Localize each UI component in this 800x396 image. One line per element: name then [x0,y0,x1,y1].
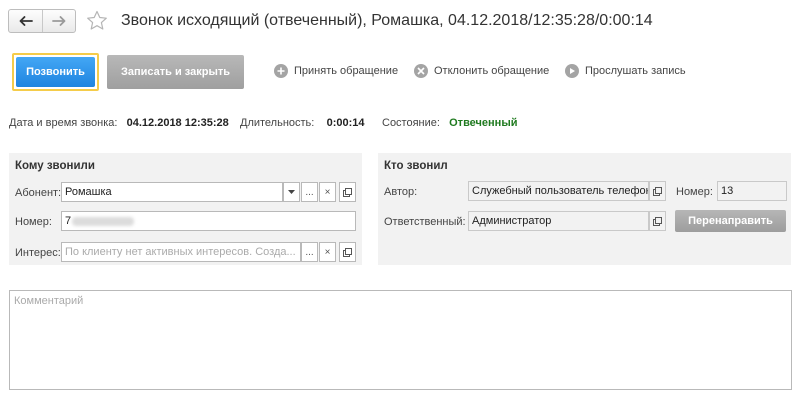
author-field[interactable]: Служебный пользователь телефон [468,181,649,201]
listen-recording-label: Прослушать запись [585,65,686,77]
reject-request-label: Отклонить обращение [434,65,550,77]
interest-field[interactable]: По клиенту нет активных интересов. Созда… [61,242,301,262]
call-duration-label: Длительность: [240,117,315,129]
open-window-icon [343,247,352,257]
subscriber-dropdown-button[interactable] [283,182,300,202]
call-button-label: Позвонить [16,57,95,87]
call-state-value: Отвеченный [449,117,518,129]
number-field[interactable]: 7 [61,211,356,231]
nav-group [8,9,76,33]
call-state-label: Состояние: [382,117,440,129]
called-party-title: Кому звонили [15,160,95,172]
call-datetime-value: 04.12.2018 12:35:28 [126,117,229,129]
number-value: 7 [65,215,72,227]
page-title: Звонок исходящий (отвеченный), Ромашка, … [121,12,653,29]
call-duration: Длительность: 0:00:14 [240,117,365,129]
caller-number-field[interactable]: 13 [717,181,787,201]
caller-number-label: Номер: [676,186,713,198]
caller-panel: Кто звонил [378,153,791,265]
subscriber-select-button[interactable]: ... [301,182,318,202]
open-window-icon [653,186,662,196]
call-duration-value: 0:00:14 [326,117,365,129]
author-label: Автор: [384,186,418,198]
responsible-open-button[interactable] [649,211,666,231]
responsible-value: Администратор [472,215,552,227]
subscriber-label: Абонент: [15,187,62,199]
favorite-star-icon[interactable] [86,10,108,34]
play-icon [565,64,579,78]
author-open-button[interactable] [649,181,666,201]
interest-select-button[interactable]: ... [301,242,318,262]
reject-request-button[interactable]: Отклонить обращение [414,64,549,78]
back-button[interactable] [9,10,42,32]
call-datetime: Дата и время звонка: 04.12.2018 12:35:28 [9,117,229,129]
open-window-icon [343,187,352,197]
interest-placeholder: По клиенту нет активных интересов. Созда… [65,246,296,258]
redirect-button[interactable]: Перенаправить [675,210,786,232]
chevron-down-icon [288,190,295,194]
redacted-number [72,216,135,226]
arrow-right-icon [52,16,66,26]
accept-request-label: Принять обращение [294,65,399,77]
author-value: Служебный пользователь телефон [472,185,649,197]
save-and-close-button[interactable]: Записать и закрыть [107,55,244,89]
call-state: Состояние: Отвеченный [382,117,517,129]
caller-number-value: 13 [721,185,734,197]
call-button[interactable]: Позвонить [12,53,99,91]
plus-icon [274,64,288,78]
responsible-label: Ответственный: [384,216,466,228]
cross-icon [414,64,428,78]
subscriber-value: Ромашка [65,186,112,198]
number-label: Номер: [15,216,52,228]
open-window-icon [653,216,662,226]
arrow-left-icon [19,16,33,26]
title-bar: Звонок исходящий (отвеченный), Ромашка, … [0,0,800,44]
caller-title: Кто звонил [384,160,448,172]
listen-recording-button[interactable]: Прослушать запись [565,64,686,78]
forward-button[interactable] [42,10,75,32]
subscriber-clear-button[interactable]: × [319,182,336,202]
subscriber-open-button[interactable] [339,182,356,202]
call-datetime-label: Дата и время звонка: [9,117,118,129]
comment-box [9,290,792,390]
interest-label: Интерес: [15,247,61,259]
subscriber-field[interactable]: Ромашка [61,182,283,202]
responsible-field[interactable]: Администратор [468,211,649,231]
interest-clear-button[interactable]: × [319,242,336,262]
accept-request-button[interactable]: Принять обращение [274,64,398,78]
interest-open-button[interactable] [339,242,356,262]
comment-input[interactable] [14,295,787,385]
